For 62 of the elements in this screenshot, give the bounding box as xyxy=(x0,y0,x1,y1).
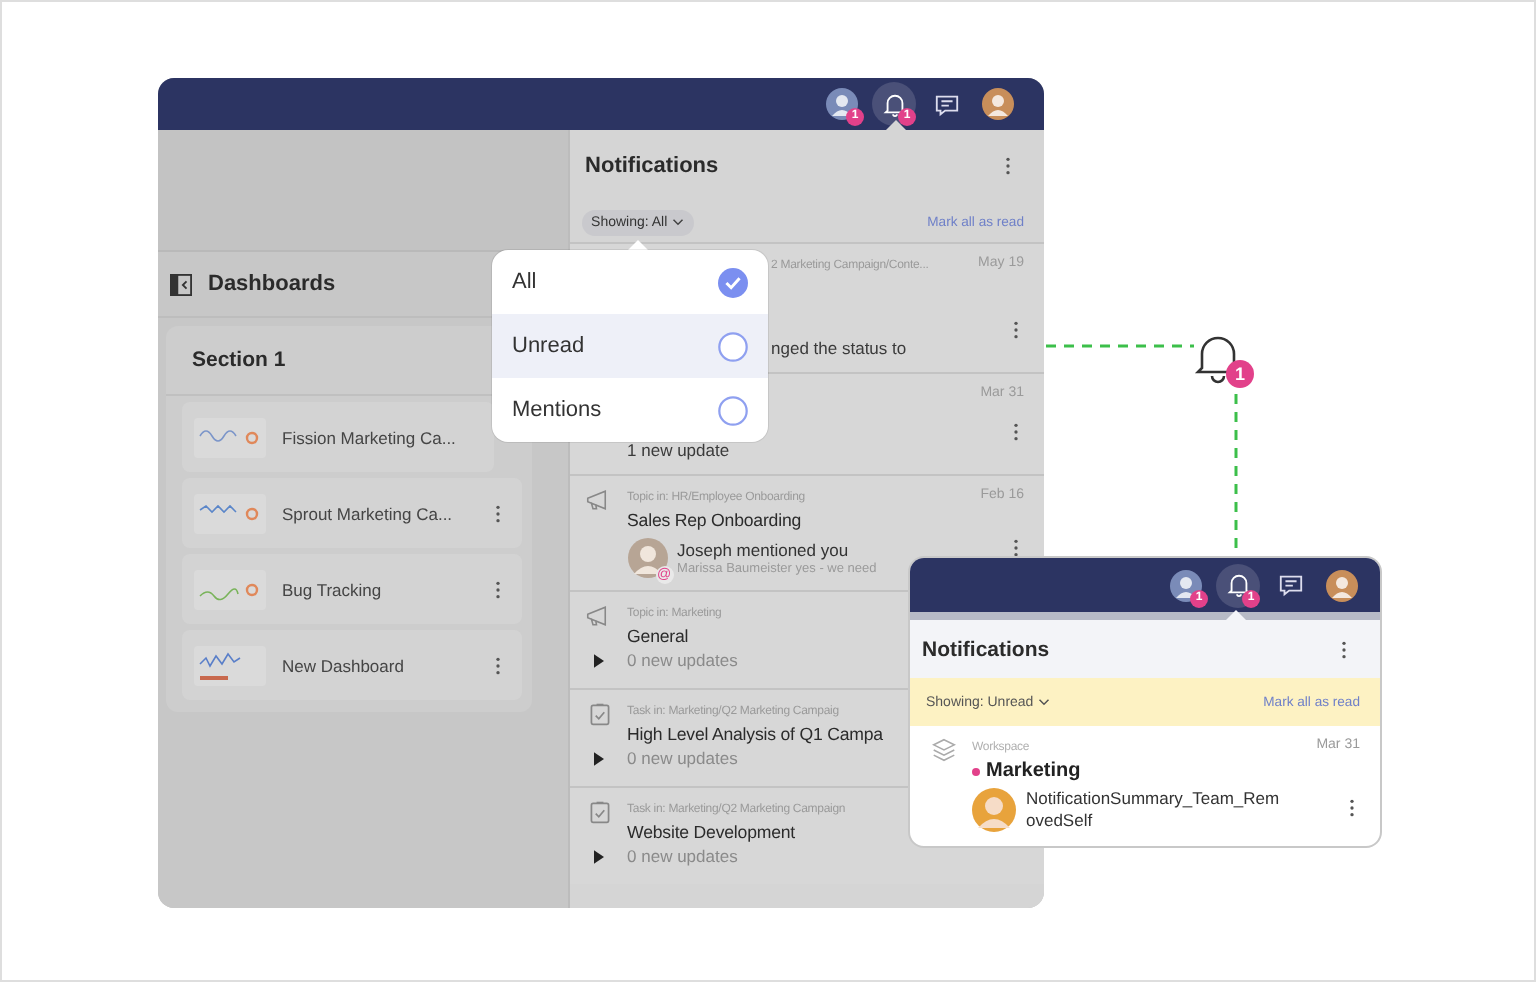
dashboard-name: Sprout Marketing Ca... xyxy=(282,503,455,523)
more-icon[interactable] xyxy=(1348,798,1356,818)
notification-title: General xyxy=(627,624,689,650)
chevron-down-icon xyxy=(1037,698,1050,706)
avatar xyxy=(1170,569,1202,601)
sidebar-title: Dashboards xyxy=(208,272,336,296)
chat-icon xyxy=(933,91,959,117)
radio-button[interactable] xyxy=(718,267,748,297)
more-icon[interactable] xyxy=(1340,639,1348,659)
panel-title: Notifications xyxy=(585,154,719,178)
notification-title: Website Development xyxy=(627,820,796,846)
chart-thumbnail xyxy=(194,493,266,533)
notification-text: nged the status to xyxy=(771,338,907,360)
task-icon xyxy=(585,800,614,824)
bell-icon xyxy=(881,91,907,117)
avatar xyxy=(826,88,858,120)
filter-option[interactable]: Unread xyxy=(492,314,768,378)
chevron-down-icon xyxy=(671,218,684,226)
more-icon[interactable] xyxy=(1012,422,1020,442)
notification-text: 0 new updates xyxy=(627,650,738,672)
dashboard-item[interactable]: Sprout Marketing Ca... xyxy=(182,478,522,548)
expand-icon[interactable] xyxy=(593,850,604,864)
chart-thumbnail xyxy=(194,417,266,457)
notification-title: Sales Rep Onboarding xyxy=(627,508,802,534)
sidebar-icon[interactable] xyxy=(170,273,192,295)
dashboard-name: Fission Marketing Ca... xyxy=(282,427,458,447)
notification-title: High Level Analysis of Q1 Campa xyxy=(627,722,883,748)
expand-icon[interactable] xyxy=(593,752,604,766)
avatar xyxy=(982,88,1014,120)
more-icon[interactable] xyxy=(493,503,502,523)
avatar-button[interactable] xyxy=(976,82,1020,126)
count-badge: 1 xyxy=(1226,360,1254,388)
dashboard-name: Bug Tracking xyxy=(282,579,384,599)
avatar xyxy=(627,538,668,578)
more-icon[interactable] xyxy=(1012,538,1020,558)
dashboard-item[interactable]: Bug Tracking xyxy=(182,554,522,624)
dashboard-name: New Dashboard xyxy=(282,655,406,675)
section-title: Section 1 xyxy=(192,348,286,372)
more-icon[interactable] xyxy=(1004,156,1012,176)
more-icon[interactable] xyxy=(493,579,502,599)
chat-icon xyxy=(1277,572,1303,598)
more-icon[interactable] xyxy=(493,655,502,675)
notification-text: 0 new updates xyxy=(627,846,738,868)
bell-icon xyxy=(1196,336,1240,384)
panel-title: Notifications xyxy=(922,637,1050,661)
option-label: All xyxy=(512,270,537,294)
dashboard-item[interactable]: New Dashboard xyxy=(182,630,522,700)
mention-text: Joseph mentioned you xyxy=(677,539,851,559)
radio-button[interactable] xyxy=(718,331,748,361)
dashboard-item[interactable]: Fission Marketing Ca... xyxy=(182,402,494,472)
avatar xyxy=(972,788,1016,832)
chart-thumbnail xyxy=(194,569,266,609)
notification-text: 0 new updates xyxy=(627,748,738,770)
radio-button[interactable] xyxy=(718,395,748,425)
avatar xyxy=(1326,569,1358,601)
bell-icon xyxy=(1225,572,1251,598)
chart-thumbnail xyxy=(194,645,266,685)
task-icon xyxy=(585,702,614,726)
more-icon[interactable] xyxy=(1012,320,1020,340)
layers-icon xyxy=(930,738,958,762)
expand-icon[interactable] xyxy=(593,654,604,668)
notification-text: 1 new update xyxy=(627,440,730,462)
